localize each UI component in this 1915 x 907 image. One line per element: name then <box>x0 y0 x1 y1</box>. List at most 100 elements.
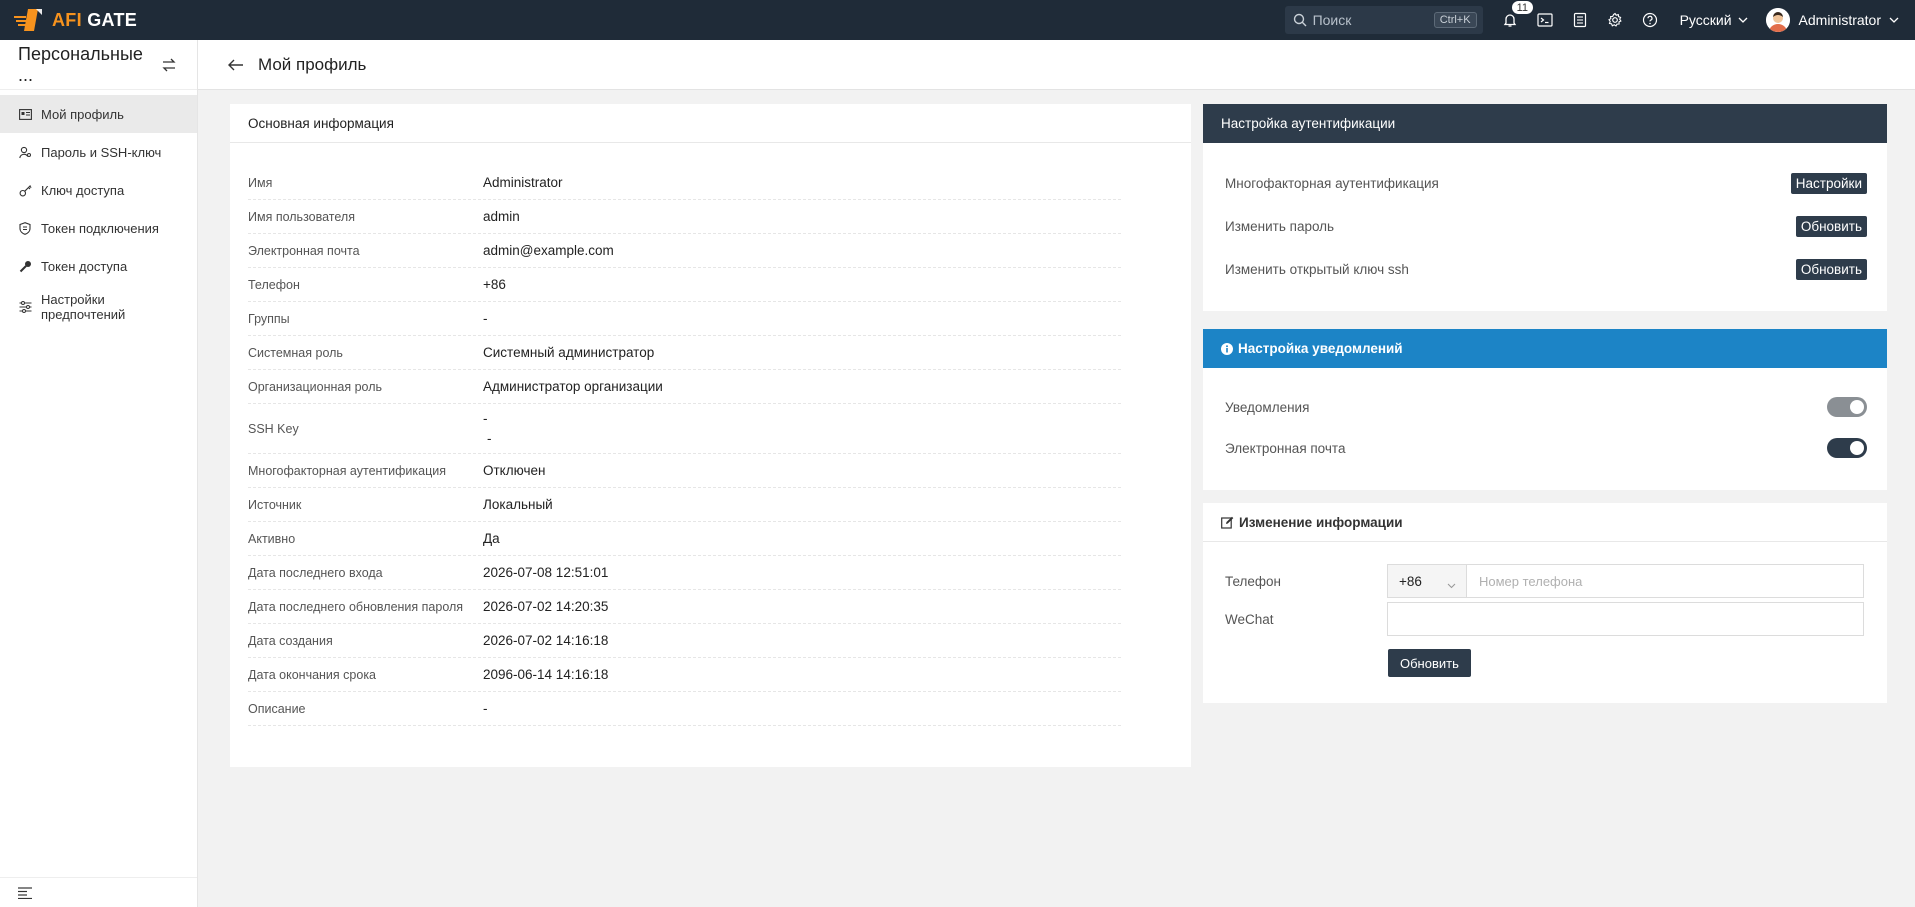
info-value: 2096-06-14 14:16:18 <box>483 667 609 682</box>
auth-row-label: Изменить пароль <box>1225 219 1335 234</box>
info-value-line: - <box>483 410 488 426</box>
info-key: Имя <box>248 175 273 190</box>
sidebar-item-password-ssh[interactable]: Пароль и SSH-ключ <box>0 133 197 171</box>
switch-view-icon[interactable] <box>161 58 177 72</box>
sidebar-collapse-button[interactable] <box>0 877 197 907</box>
info-value: Отключен <box>483 463 546 478</box>
language-selector[interactable]: Русский <box>1680 12 1748 28</box>
info-value: Administrator <box>483 175 563 190</box>
edit-info-title: Изменение информации <box>1239 514 1403 530</box>
list-document-icon <box>1573 12 1587 28</box>
info-key: Источник <box>248 497 302 512</box>
user-key-icon <box>18 145 32 159</box>
sidebar-header: Персональные ... <box>0 40 197 90</box>
back-arrow-icon[interactable] <box>228 59 244 71</box>
auth-settings-card: Настройка аутентификации Многофакторная … <box>1203 104 1887 311</box>
user-menu[interactable]: Administrator <box>1765 8 1899 32</box>
search-shortcut: Ctrl+K <box>1433 12 1477 28</box>
info-row: Источник Локальный <box>248 488 1121 522</box>
country-code-select[interactable]: +86 <box>1387 564 1467 598</box>
notification-settings-title: Настройка уведомлений <box>1238 341 1403 356</box>
info-row: Активно Да <box>248 522 1121 556</box>
info-value: Администратор организации <box>483 379 663 394</box>
info-key: Электронная почта <box>248 243 360 258</box>
auth-row-password: Изменить пароль Обновить <box>1225 216 1867 237</box>
gear-icon <box>1607 12 1623 28</box>
logo-prefix: AFI <box>52 9 82 30</box>
auth-row-mfa: Многофакторная аутентификация Настройки <box>1225 173 1867 194</box>
update-info-button[interactable]: Обновить <box>1388 649 1471 677</box>
info-value: admin <box>483 209 520 224</box>
auth-row-label: Изменить открытый ключ ssh <box>1225 262 1409 277</box>
sidebar-item-access-token[interactable]: Токен доступа <box>0 247 197 285</box>
sidebar-item-label: Настройки предпочтений <box>41 292 126 322</box>
logo-suffix: GATE <box>87 9 138 30</box>
change-password-button[interactable]: Обновить <box>1795 216 1867 237</box>
wechat-input[interactable] <box>1387 602 1864 636</box>
change-ssh-key-button[interactable]: Обновить <box>1795 259 1867 280</box>
info-key: Организационная роль <box>248 379 383 394</box>
settings-button[interactable] <box>1598 0 1633 40</box>
info-value-line: - <box>487 430 492 446</box>
notification-settings-header: Настройка уведомлений <box>1203 329 1887 368</box>
info-value: Да <box>483 531 500 546</box>
info-key: Телефон <box>248 277 300 292</box>
site-notifications-toggle[interactable] <box>1827 397 1867 417</box>
phone-number-input[interactable] <box>1467 564 1864 598</box>
info-row: Имя Administrator <box>248 166 1121 200</box>
sidebar-item-my-profile[interactable]: Мой профиль <box>0 95 197 133</box>
info-row: Организационная роль Администратор органи… <box>248 370 1121 404</box>
info-value: 2026-07-08 12:51:01 <box>483 565 609 580</box>
info-row: Дата окончания срока 2096-06-14 14:16:18 <box>248 658 1121 692</box>
email-notifications-toggle[interactable] <box>1827 438 1867 458</box>
sidebar-item-label: Токен подключения <box>41 220 159 236</box>
info-value: 2026-07-02 14:16:18 <box>483 633 609 648</box>
sidebar-item-access-key[interactable]: Ключ доступа <box>0 171 197 209</box>
help-button[interactable] <box>1633 0 1668 40</box>
chevron-down-icon <box>1447 577 1456 592</box>
sidebar-item-connection-token[interactable]: Токен подключения <box>0 209 197 247</box>
info-row: Многофакторная аутентификация Отключен <box>248 454 1121 488</box>
info-value: -- <box>483 409 492 449</box>
info-value: - <box>483 311 488 326</box>
key-icon <box>18 183 32 197</box>
phone-row: Телефон +86 <box>1225 564 1864 598</box>
info-key: Имя пользователя <box>248 209 355 224</box>
sidebar-item-label: Мой профиль <box>41 106 124 122</box>
terminal-button[interactable] <box>1528 0 1563 40</box>
wechat-label: WeChat <box>1225 611 1274 627</box>
logo[interactable]: AFI GATE <box>0 0 198 40</box>
profile-card-icon <box>18 107 32 121</box>
info-row: Группы - <box>248 302 1121 336</box>
tickets-button[interactable] <box>1563 0 1598 40</box>
sidebar-menu: Мой профиль Пароль и SSH-ключ Ключ досту… <box>0 95 197 329</box>
logo-icon <box>14 7 48 33</box>
language-label: Русский <box>1679 12 1732 28</box>
top-navbar: AFI GATE Поиск Ctrl+K 11 Русский Adminis… <box>0 0 1915 40</box>
info-row: Системная роль Системный администратор <box>248 336 1121 370</box>
info-key: Активно <box>248 531 296 546</box>
edit-icon <box>1221 516 1234 529</box>
info-value: Локальный <box>483 497 553 512</box>
info-value: - <box>483 701 488 716</box>
info-key: Системная роль <box>248 345 343 360</box>
notify-row-label: Электронная почта <box>1225 440 1346 456</box>
edit-info-header: Изменение информации <box>1203 503 1887 542</box>
info-row: SSH Key - - <box>248 404 1121 454</box>
info-row: Телефон +86 <box>248 268 1121 302</box>
page-header: Мой профиль <box>198 40 1915 90</box>
sidebar-item-preferences[interactable]: Настройки предпочтений <box>0 285 197 329</box>
wechat-row: WeChat <box>1225 602 1864 636</box>
terminal-icon <box>1537 13 1553 27</box>
info-key: Группы <box>248 311 290 326</box>
info-value: Системный администратор <box>483 345 655 360</box>
user-name: Administrator <box>1798 12 1881 28</box>
search-box[interactable]: Поиск Ctrl+K <box>1284 6 1483 34</box>
notify-row-label: Уведомления <box>1225 399 1310 415</box>
mfa-settings-button[interactable]: Настройки <box>1790 173 1867 194</box>
notify-row-site: Уведомления <box>1225 397 1867 417</box>
country-code-value: +86 <box>1399 573 1422 589</box>
info-row: Дата создания 2026-07-02 14:16:18 <box>248 624 1121 658</box>
notifications-button[interactable]: 11 <box>1493 0 1534 40</box>
sliders-icon <box>18 300 32 314</box>
